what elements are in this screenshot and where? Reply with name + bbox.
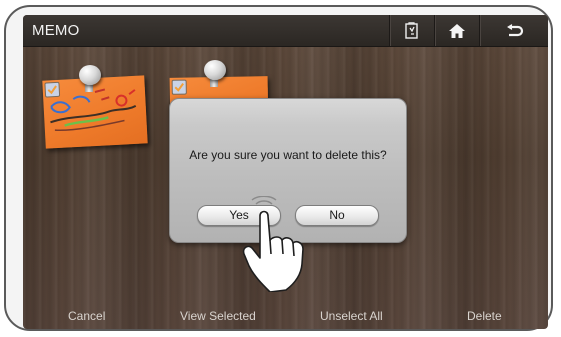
unselect-all-button[interactable]: Unselect All <box>320 309 383 323</box>
delete-button[interactable]: Delete <box>467 309 502 323</box>
view-selected-button[interactable]: View Selected <box>180 309 256 323</box>
home-button[interactable] <box>434 15 479 46</box>
app-title: MEMO <box>32 22 80 39</box>
dialog-message: Are you sure you want to delete this? <box>189 148 387 162</box>
pushpin-icon <box>79 65 101 85</box>
memo-edit-icon <box>405 21 418 39</box>
bottom-action-bar: Cancel View Selected Unselect All Delete <box>23 301 548 329</box>
pushpin-icon <box>204 60 226 80</box>
tap-hand-icon <box>242 196 304 292</box>
check-icon <box>47 85 57 95</box>
check-icon <box>174 83 184 92</box>
memo-note[interactable] <box>42 75 148 149</box>
back-button[interactable] <box>479 15 548 46</box>
memo-edit-button[interactable] <box>389 15 434 46</box>
home-icon <box>449 23 465 38</box>
memo-checkbox[interactable] <box>171 79 187 95</box>
title-bar: MEMO <box>23 15 548 47</box>
memo-checkbox[interactable] <box>44 81 61 98</box>
cancel-button[interactable]: Cancel <box>68 309 105 323</box>
back-icon <box>506 23 523 36</box>
